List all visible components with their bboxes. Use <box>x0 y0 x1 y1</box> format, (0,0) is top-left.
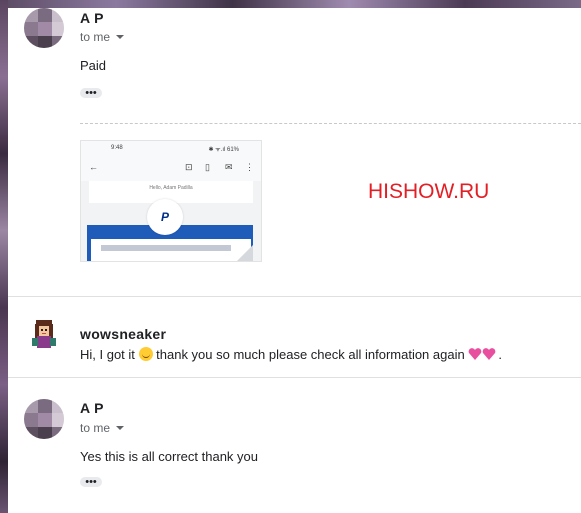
attachment-thumbnail[interactable]: 9:48 ✱ ᯤ.ıl 61% ← ⊡ ▯ ✉ ⋮ Hello, Adam Pa… <box>80 140 262 262</box>
page-fold-icon <box>237 245 253 261</box>
screenshot-toolbar: ← ⊡ ▯ ✉ ⋮ <box>81 155 261 181</box>
status-indicators: ✱ ᯤ.ıl 61% <box>208 147 239 153</box>
sender-name[interactable]: wowsneaker <box>80 326 166 342</box>
smiling-face-emoji-icon <box>138 347 153 361</box>
message-body: Hi, I got it thank you so much please ch… <box>80 347 502 362</box>
message-text-start: Hi, I got it <box>80 347 139 362</box>
more-vert-icon: ⋮ <box>245 162 254 172</box>
watermark: HISHOW.RU <box>368 180 490 203</box>
sender-name[interactable]: A P <box>80 400 104 416</box>
wallpaper-top <box>0 0 581 8</box>
paypal-logo-icon: P <box>147 199 183 235</box>
message-body: Paid <box>80 58 107 73</box>
message-1: A P to me Paid ••• 9:48 ✱ ᯤ.ıl 61% ← ⊡ ▯… <box>8 8 581 296</box>
sender-name[interactable]: A P <box>80 10 104 26</box>
message-body: Yes this is all correct thank you <box>80 449 258 464</box>
wallpaper-left <box>0 0 8 513</box>
message-text-end: . <box>498 347 502 362</box>
show-trimmed-content-button[interactable]: ••• <box>80 477 102 488</box>
recipient-details-toggle[interactable]: to me <box>80 421 125 435</box>
sender-avatar[interactable] <box>24 399 64 439</box>
sender-avatar-cartoon[interactable] <box>32 320 56 352</box>
recipient-label: to me <box>80 30 111 44</box>
message-text-middle: thank you so much please check all infor… <box>152 347 469 362</box>
status-time: 9:48 <box>111 145 123 151</box>
blurred-content <box>101 245 231 251</box>
mail-icon: ✉ <box>225 162 233 172</box>
show-trimmed-content-button[interactable]: ••• <box>80 88 102 99</box>
delete-icon: ▯ <box>205 162 210 172</box>
recipient-details-toggle[interactable]: to me <box>80 30 125 44</box>
archive-icon: ⊡ <box>185 162 193 172</box>
message-3: A P to me Yes this is all correct thank … <box>8 378 581 513</box>
sender-avatar[interactable] <box>24 8 64 48</box>
recipient-label: to me <box>80 421 111 435</box>
message-2: wowsneaker Hi, I got it thank you so muc… <box>8 297 581 377</box>
chevron-down-icon <box>116 35 125 39</box>
chevron-down-icon <box>116 426 125 430</box>
back-arrow-icon: ← <box>89 162 98 172</box>
email-thread: A P to me Paid ••• 9:48 ✱ ᯤ.ıl 61% ← ⊡ ▯… <box>8 8 581 513</box>
screenshot-content-card <box>91 239 251 261</box>
screenshot-status-bar: 9:48 ✱ ᯤ.ıl 61% <box>81 141 261 155</box>
attachment-divider <box>80 123 581 124</box>
two-hearts-emoji-icon <box>468 348 496 360</box>
